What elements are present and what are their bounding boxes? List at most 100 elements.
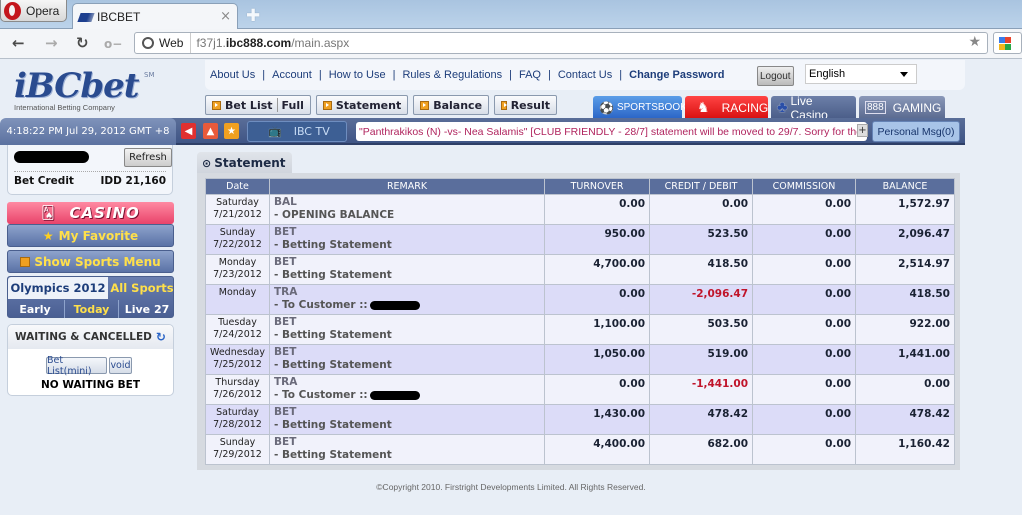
link-faq[interactable]: FAQ — [519, 69, 541, 81]
link-about-us[interactable]: About Us — [210, 69, 255, 81]
statement-button[interactable]: Statement — [315, 95, 409, 115]
statement-tab[interactable]: ⊙ Statement — [197, 152, 292, 174]
cell-date: Sunday 7/29/2012 — [204, 434, 271, 465]
product-tabs: ⚽ SPORTSBOOK ♞ RACING ♣ Live Casino 888 GAMI… — [593, 94, 945, 122]
casino-banner[interactable]: 🂡 CASINO — [7, 202, 174, 224]
table-row: Wednesday 7/25/2012 BET - Betting Statement… — [204, 344, 955, 375]
waiting-title: WAITING & CANCELLED ↻ — [8, 325, 173, 349]
my-favorite-button[interactable]: ★ My Favorite — [7, 224, 174, 247]
bet-list-full-link[interactable]: Full — [282, 99, 304, 112]
language-value: English — [809, 68, 846, 80]
logo-sm-mark: SM — [144, 71, 155, 79]
link-how-to-use[interactable]: How to Use — [329, 69, 386, 81]
void-button[interactable]: void — [109, 357, 132, 374]
ibc-tv-button[interactable]: 📺 IBC TV — [247, 121, 347, 142]
language-select[interactable]: English — [805, 64, 917, 84]
tab-title: IBCBET — [97, 10, 141, 24]
link-rules[interactable]: Rules & Regulations — [402, 69, 502, 81]
url-path: /main.aspx — [291, 36, 350, 50]
remark-desc: - Betting Statement — [274, 359, 392, 371]
bet-list-button[interactable]: Bet List Full — [205, 95, 311, 115]
bet-list-mini-button[interactable]: Bet List(mini) — [46, 355, 107, 377]
separator: | — [262, 69, 266, 81]
remark-type: BET — [274, 256, 297, 268]
address-bar[interactable]: Web f37j1.ibc888.com/main.aspx ★ — [134, 32, 988, 54]
arrow-box-icon — [212, 100, 221, 110]
collapse-up-icon[interactable]: ▲ — [203, 123, 218, 139]
cell-commission: 0.00 — [752, 434, 857, 465]
opera-logo-icon — [4, 1, 21, 20]
horse-icon: ♞ — [697, 99, 710, 115]
refresh-button[interactable]: Refresh — [124, 148, 172, 167]
google-search-button[interactable] — [993, 32, 1022, 54]
tab-gaming[interactable]: 888 GAMING — [859, 96, 945, 119]
casino-label: CASINO — [69, 204, 140, 222]
arrow-box-icon — [420, 100, 430, 110]
bookmark-star-icon[interactable]: ★ — [968, 34, 981, 50]
opera-menu-button[interactable]: Opera — [0, 0, 67, 22]
close-tab-icon[interactable]: × — [220, 9, 231, 24]
show-sports-menu-label: Show Sports Menu — [34, 254, 161, 269]
result-label: Result — [510, 98, 551, 112]
cell-date: Monday 7/23/2012 — [204, 254, 271, 285]
arrow-box-icon — [501, 100, 507, 110]
balance-button[interactable]: Balance — [413, 95, 490, 115]
waiting-cancelled-panel: WAITING & CANCELLED ↻ Bet List(mini) void… — [7, 324, 174, 396]
cell-turnover: 1,050.00 — [544, 344, 651, 375]
news-ticker[interactable]: "Panthrakikos (N) -vs- Nea Salamis" [CLU… — [356, 122, 867, 141]
forward-icon[interactable]: → — [45, 34, 58, 52]
tab-today[interactable]: Today — [64, 300, 119, 318]
table-row: Tuesday 7/24/2012 BET - Betting Statement 1,… — [204, 314, 955, 345]
add-favorite-icon[interactable]: ★ — [224, 123, 239, 139]
cell-turnover: 950.00 — [544, 224, 651, 255]
cell-remark: BET - Betting Statement — [269, 404, 546, 435]
cell-date: Wednesday 7/25/2012 — [204, 344, 271, 375]
browser-tab[interactable]: IBCBET × — [72, 3, 238, 30]
separator: | — [547, 69, 551, 81]
brand-logo[interactable]: iBCbet SM International Betting Company — [0, 60, 200, 118]
reload-icon[interactable]: ↻ — [76, 34, 89, 52]
cell-balance: 1,572.97 — [855, 194, 955, 225]
cell-turnover: 4,400.00 — [544, 434, 651, 465]
link-change-password[interactable]: Change Password — [629, 69, 724, 81]
tab-racing[interactable]: ♞ RACING — [685, 96, 768, 119]
account-panel: Refresh Bet Credit IDD 21,160 — [7, 145, 173, 195]
globe-icon — [142, 37, 154, 49]
tab-live-casino[interactable]: ♣ Live Casino — [771, 94, 856, 122]
logo-text: iBCbet — [14, 66, 139, 106]
remark-desc: - Betting Statement — [274, 329, 392, 341]
star-icon: ★ — [42, 228, 54, 243]
sportsbook-label: SPORTSBOOK — [616, 102, 687, 113]
cell-credit-debit: 519.00 — [649, 344, 754, 375]
back-icon[interactable]: ← — [12, 34, 25, 52]
new-tab-button[interactable]: ✚ — [246, 6, 260, 26]
separator: | — [392, 69, 396, 81]
ticker-expand-icon[interactable]: + — [857, 124, 868, 137]
collapse-left-icon[interactable]: ◀ — [181, 123, 196, 139]
personal-msg-button[interactable]: Personal Msg(0) — [872, 121, 960, 142]
date-text: 7/28/2012 — [213, 419, 262, 430]
tab-all-sports[interactable]: All Sports — [110, 277, 174, 299]
url-text[interactable]: f37j1.ibc888.com/main.aspx — [191, 36, 349, 50]
col-date: Date — [204, 178, 271, 195]
tab-olympics-2012[interactable]: Olympics 2012 — [8, 277, 108, 299]
result-button[interactable]: Result — [494, 95, 558, 115]
copyright-footer: ©Copyright 2010. Firstright Developments… — [376, 482, 646, 492]
show-sports-menu-button[interactable]: Show Sports Menu — [7, 250, 174, 273]
key-icon[interactable]: o− — [104, 37, 122, 51]
club-icon: ♣ — [777, 98, 788, 116]
tab-live[interactable]: Live 27 — [120, 300, 174, 318]
tab-sportsbook[interactable]: ⚽ SPORTSBOOK — [593, 96, 687, 119]
refresh-icon[interactable]: ↻ — [156, 330, 166, 344]
cell-balance: 0.00 — [855, 374, 955, 405]
date-text: 7/29/2012 — [213, 449, 262, 460]
tab-early[interactable]: Early — [8, 300, 62, 318]
table-row: Monday 7/23/2012 BET - Betting Statement 4,7… — [204, 254, 955, 285]
cell-balance: 478.42 — [855, 404, 955, 435]
link-account[interactable]: Account — [272, 69, 312, 81]
web-site-info-button[interactable]: Web — [135, 33, 192, 53]
link-contact-us[interactable]: Contact Us — [558, 69, 612, 81]
logout-button[interactable]: Logout — [757, 66, 794, 86]
soccer-ball-icon: ⚽ — [599, 100, 614, 115]
day-text: Saturday — [216, 197, 259, 208]
